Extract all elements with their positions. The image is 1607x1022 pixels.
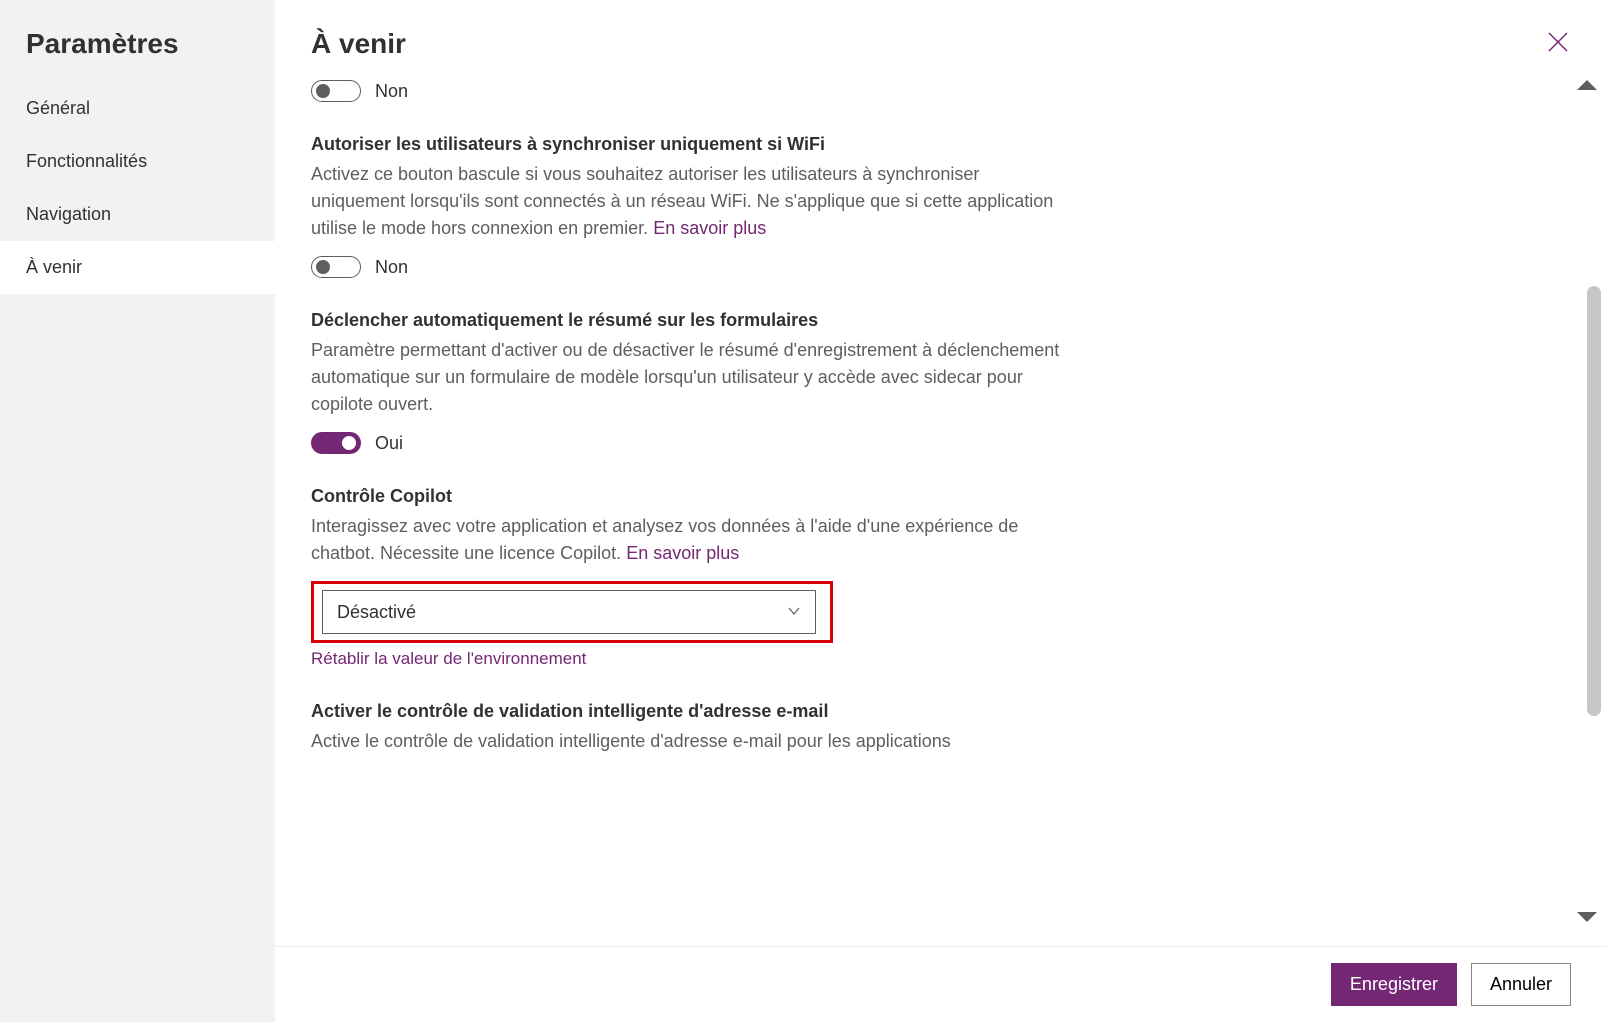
toggle-row: Non (311, 256, 1071, 278)
scroll-down-icon[interactable] (1577, 912, 1597, 922)
sidebar-item-features[interactable]: Fonctionnalités (0, 135, 275, 188)
sidebar-item-navigation[interactable]: Navigation (0, 188, 275, 241)
page-title: À venir (311, 28, 406, 60)
toggle-label: Non (375, 257, 408, 278)
setting-title: Activer le contrôle de validation intell… (311, 701, 1071, 722)
toggle-switch-auto-summary[interactable] (311, 432, 361, 454)
settings-sidebar: Paramètres Général Fonctionnalités Navig… (0, 0, 275, 1022)
main-header: À venir (275, 0, 1607, 70)
chevron-down-icon (787, 602, 801, 623)
learn-more-link[interactable]: En savoir plus (626, 543, 739, 563)
toggle-switch[interactable] (311, 80, 361, 102)
learn-more-link[interactable]: En savoir plus (653, 218, 766, 238)
scrollbar-thumb[interactable] (1587, 286, 1601, 716)
sidebar-item-label: Navigation (26, 204, 111, 224)
setting-description: Activez ce bouton bascule si vous souhai… (311, 161, 1071, 242)
setting-copilot-control: Contrôle Copilot Interagissez avec votre… (311, 486, 1071, 669)
settings-content: Non Autoriser les utilisateurs à synchro… (275, 70, 1607, 946)
setting-email-validation: Activer le contrôle de validation intell… (311, 701, 1071, 755)
select-value: Désactivé (337, 602, 416, 623)
setting-description: Paramètre permettant d'activer ou de dés… (311, 337, 1071, 418)
toggle-row: Oui (311, 432, 1071, 454)
save-button[interactable]: Enregistrer (1331, 963, 1457, 1006)
close-button[interactable] (1545, 29, 1571, 60)
sidebar-item-label: Fonctionnalités (26, 151, 147, 171)
toggle-row: Non (311, 80, 1071, 102)
setting-description: Active le contrôle de validation intelli… (311, 728, 1071, 755)
sidebar-item-general[interactable]: Général (0, 82, 275, 135)
toggle-knob (316, 260, 330, 274)
sidebar-title: Paramètres (0, 28, 275, 82)
sidebar-item-label: Général (26, 98, 90, 118)
sidebar-item-upcoming[interactable]: À venir (0, 241, 275, 294)
toggle-knob (342, 436, 356, 450)
toggle-knob (316, 84, 330, 98)
toggle-switch-wifi[interactable] (311, 256, 361, 278)
toggle-label: Non (375, 81, 408, 102)
setting-auto-summary: Déclencher automatiquement le résumé sur… (311, 310, 1071, 454)
footer: Enregistrer Annuler (275, 946, 1607, 1022)
setting-previous-toggle: Non (311, 80, 1071, 102)
setting-description: Interagissez avec votre application et a… (311, 513, 1071, 567)
scroll-up-icon[interactable] (1577, 80, 1597, 90)
main-panel: À venir Non Autoriser les utilisateurs à… (275, 0, 1607, 1022)
setting-title: Autoriser les utilisateurs à synchronise… (311, 134, 1071, 155)
copilot-select[interactable]: Désactivé (322, 590, 816, 634)
toggle-label: Oui (375, 433, 403, 454)
sidebar-item-label: À venir (26, 257, 82, 277)
setting-title: Contrôle Copilot (311, 486, 1071, 507)
setting-wifi-sync: Autoriser les utilisateurs à synchronise… (311, 134, 1071, 278)
cancel-button[interactable]: Annuler (1471, 963, 1571, 1006)
highlighted-region: Désactivé (311, 581, 833, 643)
close-icon (1547, 32, 1569, 59)
restore-environment-link[interactable]: Rétablir la valeur de l'environnement (311, 649, 586, 669)
setting-title: Déclencher automatiquement le résumé sur… (311, 310, 1071, 331)
